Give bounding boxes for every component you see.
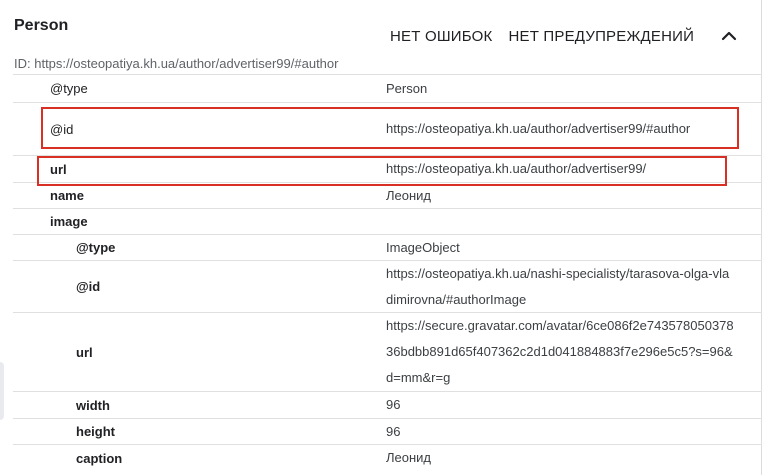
properties-table: @type Person @id https://osteopatiya.kh.… [13,74,762,471]
property-value: 96 [386,423,401,439]
property-value: https://osteopatiya.kh.ua/nashi-speciali… [386,265,730,307]
no-errors-button[interactable]: НЕТ ОШИБОК [390,28,492,45]
property-value: https://secure.gravatar.com/avatar/6ce08… [386,318,734,385]
table-row: image [13,208,762,234]
table-row: @type ImageObject [13,234,762,260]
property-value: Person [386,80,428,96]
property-key: image [50,214,88,229]
property-key: url [76,344,93,360]
table-row: name Леонид [13,182,762,208]
property-key: caption [76,450,123,466]
item-id: ID: https://osteopatiya.kh.ua/author/adv… [14,56,339,71]
no-warnings-button[interactable]: НЕТ ПРЕДУПРЕЖДЕНИЙ [508,28,694,45]
table-row: @id https://osteopatiya.kh.ua/author/adv… [13,102,762,155]
table-row: @type Person [13,74,762,102]
property-value [386,209,736,234]
property-key: name [50,188,84,203]
table-row: height 96 [13,418,762,444]
header-status: НЕТ ОШИБОК НЕТ ПРЕДУПРЕЖДЕНИЙ [390,28,710,45]
property-key: @type [50,81,88,96]
property-key: @id [50,121,74,137]
structured-data-panel: Person НЕТ ОШИБОК НЕТ ПРЕДУПРЕЖДЕНИЙ ID:… [0,0,762,475]
table-row: @id https://osteopatiya.kh.ua/nashi-spec… [13,260,762,312]
property-value: Леонид [386,187,432,203]
item-type-title: Person [14,17,69,34]
table-row: url https://secure.gravatar.com/avatar/6… [13,312,762,391]
table-row: width 96 [13,391,762,418]
property-key: width [76,397,110,413]
property-key: @id [76,279,101,294]
property-key: height [76,424,115,439]
chevron-up-icon[interactable] [717,24,741,48]
side-tab[interactable] [0,362,4,420]
property-value: ImageObject [386,239,460,255]
property-value: https://osteopatiya.kh.ua/author/adverti… [386,161,647,176]
table-row: url https://osteopatiya.kh.ua/author/adv… [13,155,762,182]
property-key: @type [76,240,116,255]
property-value: Леонид [386,450,432,465]
property-value: 96 [386,397,401,412]
table-row: caption Леонид [13,444,762,471]
property-value: https://osteopatiya.kh.ua/author/adverti… [386,121,691,136]
property-key: url [50,161,67,177]
